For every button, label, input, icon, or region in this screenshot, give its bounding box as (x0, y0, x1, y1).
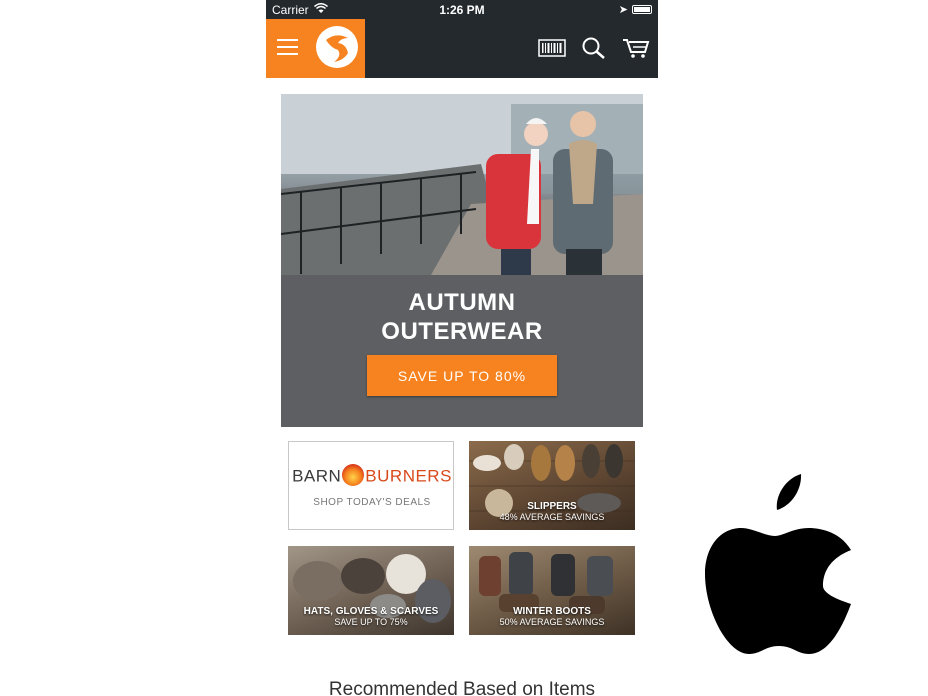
hamburger-icon[interactable] (277, 39, 298, 56)
banner-title-line1: AUTUMN (408, 289, 516, 316)
brand-logo-icon[interactable] (316, 26, 358, 68)
cart-icon[interactable] (622, 36, 650, 60)
search-icon[interactable] (580, 36, 608, 60)
winter-boots-tile[interactable]: WINTER BOOTS 50% AVERAGE SAVINGS (469, 546, 635, 635)
barn-text: BARN (292, 466, 342, 486)
barn-burners-logo: BARN BURNERS (289, 464, 453, 488)
slippers-tile[interactable]: SLIPPERS 48% AVERAGE SAVINGS (469, 441, 635, 530)
boots-caption: WINTER BOOTS 50% AVERAGE SAVINGS (469, 606, 635, 627)
hats-title: HATS, GLOVES & SCARVES (303, 606, 439, 617)
boots-title: WINTER BOOTS (513, 606, 591, 617)
banner-title: AUTUMN OUTERWEAR (281, 288, 643, 346)
slippers-caption: SLIPPERS 48% AVERAGE SAVINGS (469, 501, 635, 522)
flame-icon (342, 464, 365, 486)
hats-gloves-scarves-tile[interactable]: HATS, GLOVES & SCARVES SAVE UP TO 75% (288, 546, 454, 635)
clock: 1:26 PM (439, 3, 485, 17)
barn-burners-subtitle: SHOP TODAY'S DEALS (313, 497, 431, 508)
hats-caption: HATS, GLOVES & SCARVES SAVE UP TO 75% (288, 606, 454, 627)
recommended-heading: Recommended Based on Items (328, 679, 596, 696)
app-bar (266, 19, 658, 78)
burners-text: BURNERS (365, 466, 452, 486)
slippers-subtitle: 48% AVERAGE SAVINGS (499, 512, 605, 522)
save-up-to-button[interactable]: SAVE UP TO 80% (367, 355, 557, 396)
banner-photo (281, 94, 643, 275)
slippers-title: SLIPPERS (527, 501, 577, 512)
phone-screen: Carrier 1:26 PM ➤ AUTUMN OUTERWEAR SAVE … (266, 0, 658, 696)
banner-title-line2: OUTERWEAR (381, 318, 543, 345)
hats-subtitle: SAVE UP TO 75% (334, 617, 408, 627)
barn-burners-tile[interactable]: BARN BURNERS SHOP TODAY'S DEALS (288, 441, 454, 530)
battery-icon (632, 5, 652, 14)
boots-subtitle: 50% AVERAGE SAVINGS (499, 617, 605, 627)
hero-banner[interactable]: AUTUMN OUTERWEAR SAVE UP TO 80% (281, 94, 643, 427)
apple-logo-icon (705, 474, 851, 654)
status-bar: Carrier 1:26 PM ➤ (266, 0, 658, 19)
location-arrow-icon: ➤ (618, 4, 628, 16)
menu-block (266, 19, 365, 78)
barcode-icon[interactable] (538, 36, 566, 60)
